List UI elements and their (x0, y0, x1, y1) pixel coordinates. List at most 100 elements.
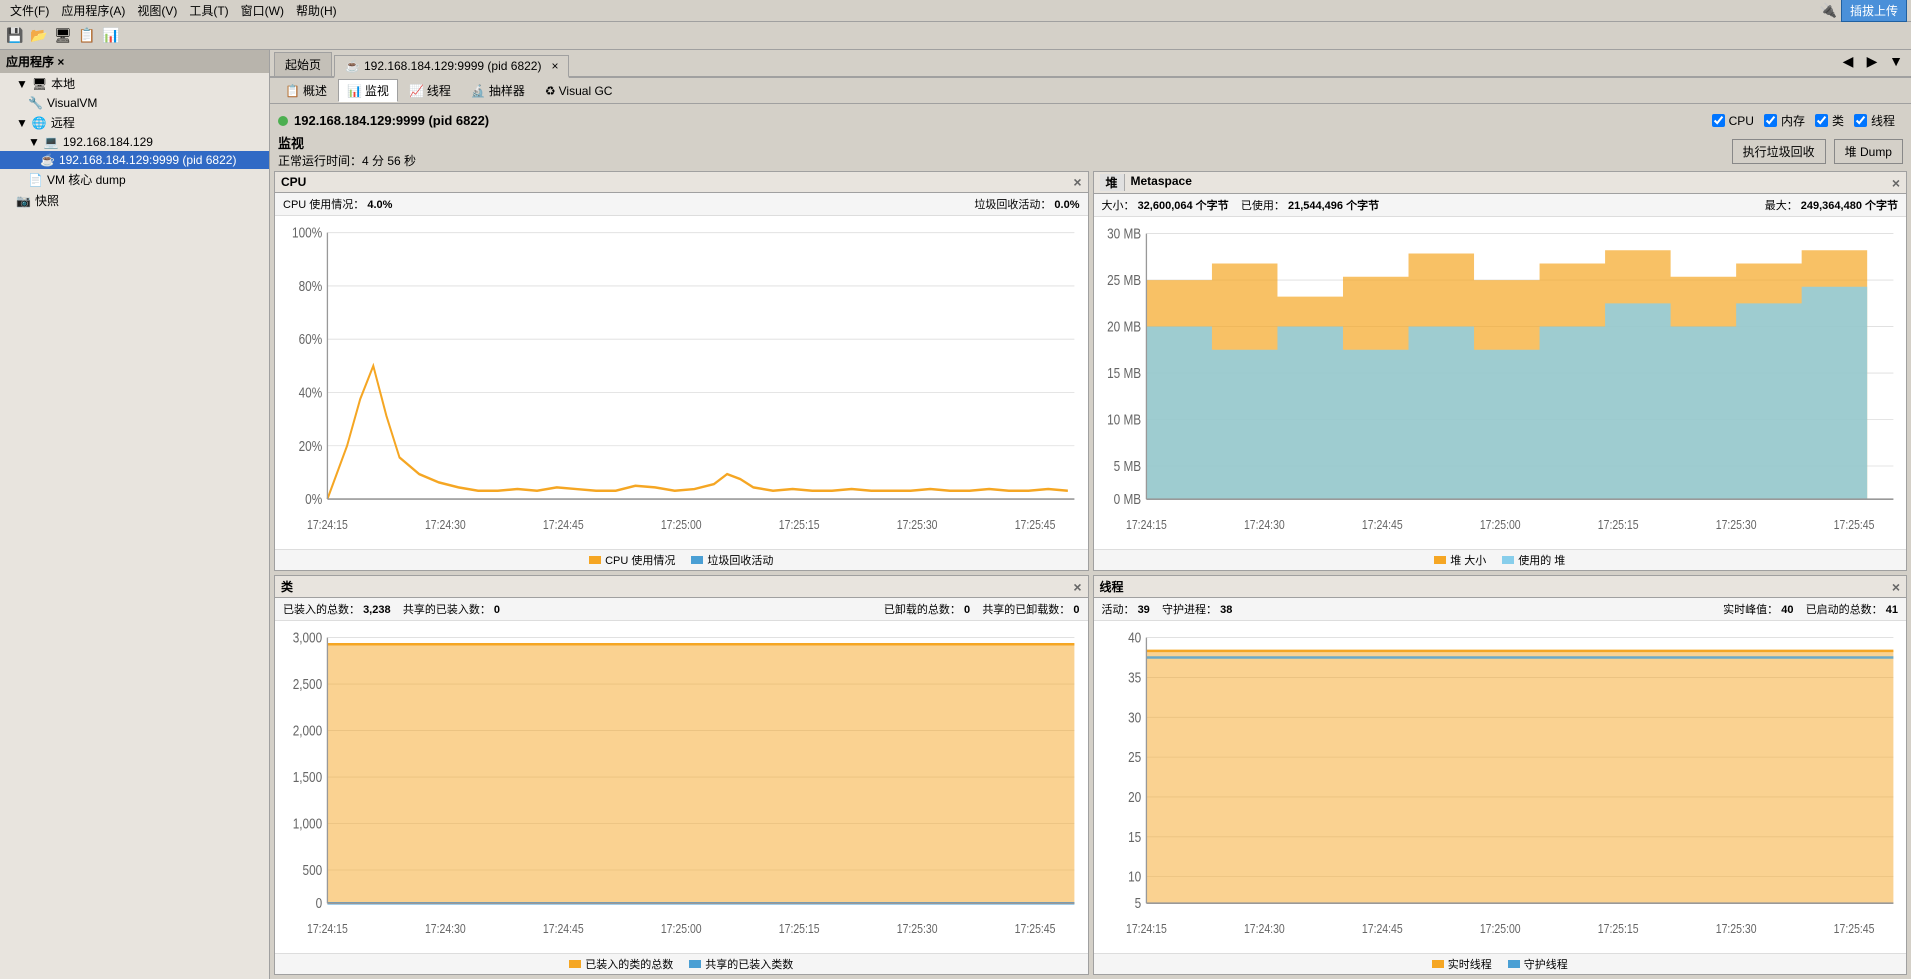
svg-text:2,500: 2,500 (293, 676, 322, 693)
checkbox-row: CPU 内存 类 线程 (1704, 110, 1903, 131)
svg-text:17:24:30: 17:24:30 (425, 517, 466, 533)
svg-text:25 MB: 25 MB (1107, 272, 1141, 289)
class-chart-svg: 3,000 2,500 2,000 1,500 1,000 500 0 17:2… (275, 621, 1088, 953)
svg-text:17:24:30: 17:24:30 (425, 921, 466, 937)
snapshot-icon: 📷 (16, 194, 31, 208)
daemon-label: 守护进程： (1162, 604, 1217, 616)
sidebar-item-visualvm[interactable]: 🔧 VisualVM (0, 94, 269, 112)
toolbar-cut[interactable]: 📋 (76, 25, 98, 47)
checkbox-memory[interactable]: 内存 (1764, 112, 1805, 129)
heap-tab-metaspace[interactable]: Metaspace (1125, 174, 1198, 191)
tab-close-icon[interactable]: × (551, 59, 558, 73)
cpu-gc-label: 垃圾回收活动： 0.0% (974, 196, 1079, 212)
thread-stats: 活动： 39 守护进程： 38 实时峰值： 40 已启动的总数： 41 (1094, 598, 1907, 621)
cpu-close-button[interactable]: × (1073, 174, 1081, 190)
legend-thread-daemon-color (1508, 960, 1520, 968)
tab-process[interactable]: ☕ 192.168.184.129:9999 (pid 6822) × (334, 55, 569, 78)
cpu-panel-title: CPU (281, 175, 306, 189)
menu-tools[interactable]: 工具(T) (183, 0, 234, 21)
sidebar-item-snapshot[interactable]: 📷 快照 (0, 190, 269, 211)
nav-menu-button[interactable]: ▼ (1885, 50, 1907, 72)
ip-label: 192.168.184.129 (63, 135, 153, 149)
menu-window[interactable]: 窗口(W) (235, 0, 290, 21)
heap-dump-button[interactable]: 堆 Dump (1834, 139, 1903, 164)
gc-button[interactable]: 执行垃圾回收 (1732, 139, 1826, 164)
peak-value: 40 (1781, 604, 1793, 616)
legend-heap-used-label: 使用的 堆 (1518, 552, 1565, 568)
sec-tab-overview[interactable]: 📋 概述 (276, 79, 336, 102)
shared-unloaded-value: 0 (1073, 604, 1079, 616)
sidebar-item-remote[interactable]: ▼ 🌐 远程 (0, 112, 269, 133)
legend-cpu-gc: 垃圾回收活动 (691, 552, 773, 568)
legend-thread-live-color (1432, 960, 1444, 968)
sec-tab-visualgc[interactable]: ♻ Visual GC (536, 81, 622, 101)
menu-file[interactable]: 文件(F) (4, 0, 55, 21)
svg-text:17:24:45: 17:24:45 (543, 921, 584, 937)
process-icon: ☕ (40, 153, 55, 167)
checkbox-class[interactable]: 类 (1815, 112, 1844, 129)
sidebar-item-core[interactable]: 📄 VM 核心 dump (0, 169, 269, 190)
legend-thread-live-label: 实时线程 (1448, 956, 1492, 972)
heap-close-button[interactable]: × (1892, 175, 1900, 191)
sec-tab-threads[interactable]: 📈 线程 (400, 79, 460, 102)
checkbox-cpu[interactable]: CPU (1712, 114, 1754, 128)
sidebar-item-process[interactable]: ☕ 192.168.184.129:9999 (pid 6822) (0, 151, 269, 169)
overview-icon: 📋 (285, 84, 300, 98)
svg-text:17:25:15: 17:25:15 (1597, 921, 1638, 937)
heap-chart-svg: 30 MB 25 MB 20 MB 15 MB 10 MB 5 MB 0 MB … (1094, 217, 1907, 549)
svg-text:30 MB: 30 MB (1107, 225, 1141, 242)
sidebar-title: 应用程序 × (6, 53, 64, 70)
checkbox-thread[interactable]: 线程 (1854, 112, 1895, 129)
svg-text:17:25:30: 17:25:30 (897, 517, 938, 533)
memory-checkbox[interactable] (1764, 114, 1777, 127)
heap-tab-heap[interactable]: 堆 (1100, 174, 1125, 191)
snapshot-label: 快照 (35, 192, 59, 209)
toolbar-new[interactable]: 💾 (4, 25, 26, 47)
secondary-tabbar: 📋 概述 📊 监视 📈 线程 🔬 抽样器 ♻ Visual GC (270, 78, 1911, 104)
process-status-dot (278, 116, 288, 126)
class-panel-header: 类 × (275, 576, 1088, 598)
cpu-checkbox-label: CPU (1729, 114, 1754, 128)
nav-prev-button[interactable]: ◀ (1837, 50, 1859, 72)
main-layout: 应用程序 × ▼ 🖥 本地 🔧 VisualVM ▼ 🌐 远程 ▼ 💻 192.… (0, 50, 1911, 979)
connect-button[interactable]: 插拔上传 (1841, 0, 1907, 22)
menu-view[interactable]: 视图(V) (131, 0, 183, 21)
thread-legend: 实时线程 守护线程 (1094, 953, 1907, 974)
svg-text:17:25:00: 17:25:00 (1479, 921, 1520, 937)
expand-icon: ▼ (16, 77, 28, 91)
threads-icon: 📈 (409, 84, 424, 98)
legend-gc-label: 垃圾回收活动 (707, 552, 773, 568)
nav-next-button[interactable]: ▶ (1861, 50, 1883, 72)
svg-text:40%: 40% (299, 384, 323, 401)
menu-app[interactable]: 应用程序(A) (55, 0, 131, 21)
tab-process-label: 192.168.184.129:9999 (pid 6822) (364, 59, 542, 73)
sec-tab-sampler[interactable]: 🔬 抽样器 (462, 79, 534, 102)
cpu-checkbox[interactable] (1712, 114, 1725, 127)
threads-label: 线程 (427, 82, 451, 99)
svg-text:20%: 20% (299, 437, 323, 454)
thread-checkbox-label: 线程 (1871, 112, 1895, 129)
heap-panel: 堆 Metaspace × 大小： 32,600,064 个字节 已使用： 21… (1093, 171, 1908, 571)
toolbar-paste[interactable]: 📊 (100, 25, 122, 47)
toolbar-save[interactable]: 🖥 (52, 25, 74, 47)
toolbar-open[interactable]: 📂 (28, 25, 50, 47)
svg-text:0 MB: 0 MB (1113, 491, 1141, 508)
thread-checkbox[interactable] (1854, 114, 1867, 127)
sidebar-item-ip[interactable]: ▼ 💻 192.168.184.129 (0, 133, 269, 151)
thread-close-button[interactable]: × (1892, 579, 1900, 595)
shared-loaded-value: 0 (494, 604, 500, 616)
sidebar-item-local[interactable]: ▼ 🖥 本地 (0, 73, 269, 94)
menu-help[interactable]: 帮助(H) (290, 0, 343, 21)
cpu-chart-body: 100% 80% 60% 40% 20% 0% 17:24:15 17:24:3… (275, 216, 1088, 549)
svg-text:17:25:15: 17:25:15 (779, 517, 820, 533)
svg-text:17:25:15: 17:25:15 (1597, 517, 1638, 533)
tab-home[interactable]: 起始页 (274, 52, 332, 76)
expand-remote-icon: ▼ (16, 116, 28, 130)
legend-heap-used: 使用的 堆 (1502, 552, 1565, 568)
local-icon: 🖥 (32, 77, 47, 91)
legend-class-shared-color (689, 960, 701, 968)
svg-text:15 MB: 15 MB (1107, 365, 1141, 382)
sec-tab-monitor[interactable]: 📊 监视 (338, 79, 398, 102)
class-checkbox[interactable] (1815, 114, 1828, 127)
class-close-button[interactable]: × (1073, 579, 1081, 595)
